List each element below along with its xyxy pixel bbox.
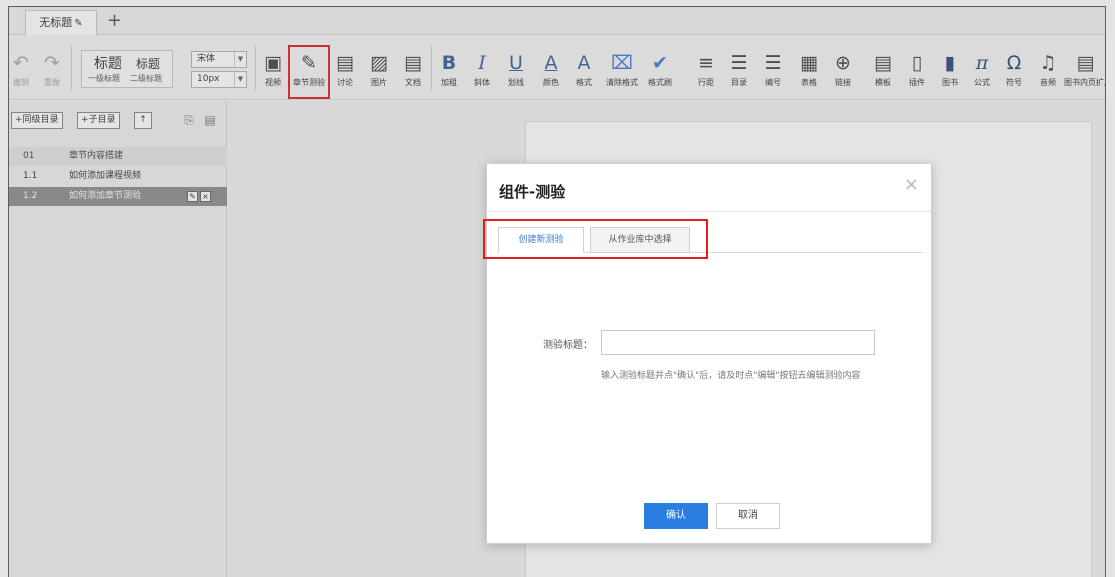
quiz-title-hint: 输入测验标题并点"确认"后，请及时点"编辑"按钮去编辑测验内容 bbox=[601, 371, 861, 381]
dialog-divider bbox=[487, 211, 931, 212]
quiz-title-input[interactable] bbox=[601, 330, 875, 355]
tabs-highlight bbox=[483, 219, 708, 259]
cancel-button[interactable]: 取消 bbox=[716, 503, 780, 529]
close-icon[interactable]: × bbox=[904, 176, 919, 194]
confirm-button[interactable]: 确认 bbox=[644, 503, 708, 529]
dialog-title: 组件-测验 bbox=[499, 183, 566, 201]
quiz-component-dialog: 组件-测验 × 创建新测验 从作业库中选择 测验标题： 输入测验标题并点"确认"… bbox=[483, 163, 932, 544]
quiz-title-label: 测验标题： bbox=[543, 340, 593, 351]
